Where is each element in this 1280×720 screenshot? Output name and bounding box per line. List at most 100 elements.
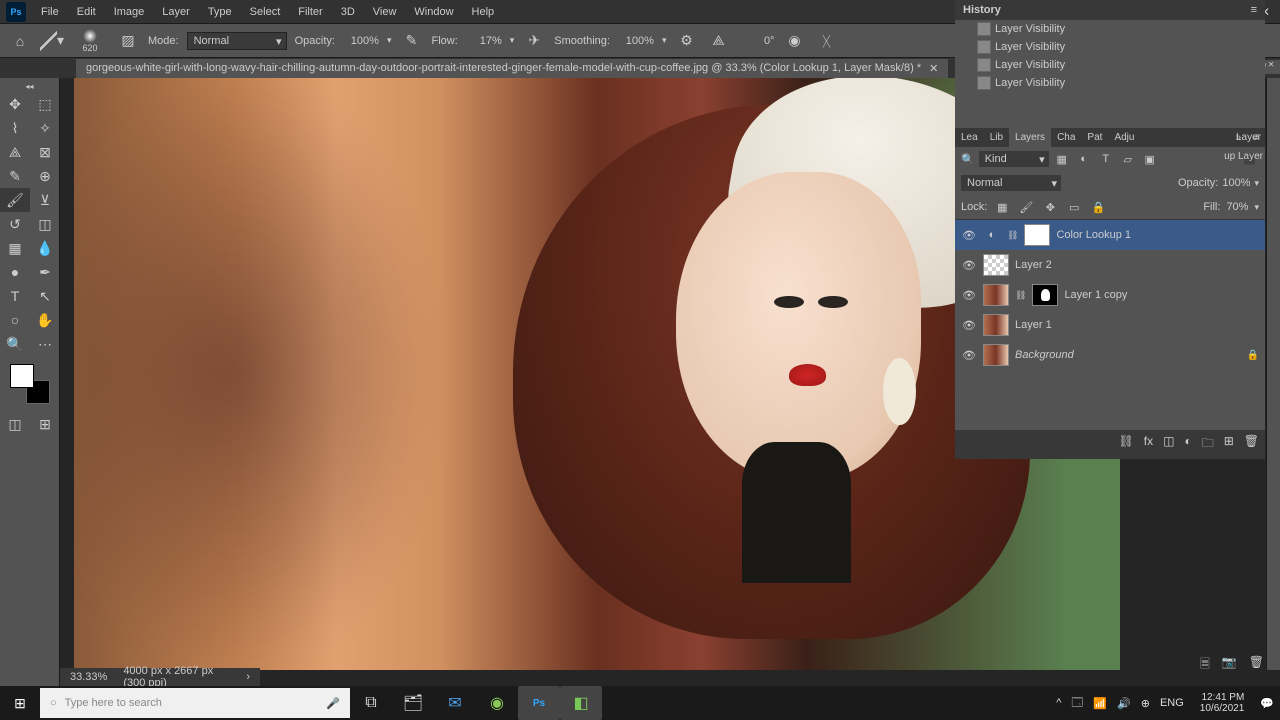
explorer-taskbar-icon[interactable]: 🗂 bbox=[392, 686, 434, 720]
delete-layer-button[interactable]: 🗑 bbox=[1244, 434, 1259, 455]
clock[interactable]: 12:41 PM 10/6/2021 bbox=[1194, 692, 1251, 714]
flow-value[interactable]: 17% bbox=[466, 35, 502, 47]
history-panel-menu[interactable]: ≡ bbox=[1251, 4, 1257, 16]
new-group-button[interactable]: 🗀 bbox=[1202, 434, 1214, 455]
menu-select[interactable]: Select bbox=[241, 2, 290, 22]
visibility-toggle[interactable]: 👁 bbox=[961, 287, 977, 303]
layer-name[interactable]: Layer 1 bbox=[1015, 319, 1259, 331]
filter-shape-icon[interactable]: ▱ bbox=[1119, 151, 1137, 167]
toolbar-handle[interactable]: ◂◂ bbox=[0, 82, 59, 92]
airbrush-toggle[interactable]: ✈ bbox=[522, 29, 546, 53]
layer-mask-thumbnail[interactable] bbox=[1024, 224, 1050, 246]
crop-tool[interactable]: ⟁ bbox=[0, 140, 30, 164]
menu-edit[interactable]: Edit bbox=[68, 2, 105, 22]
frame-tool[interactable]: ⊠ bbox=[30, 140, 60, 164]
wifi-icon[interactable]: 📶 bbox=[1093, 697, 1107, 710]
link-mask-icon[interactable]: ⛓ bbox=[1007, 230, 1018, 241]
notifications-icon[interactable]: 💬 bbox=[1260, 697, 1274, 710]
blur-tool[interactable]: 💧 bbox=[30, 236, 60, 260]
shape-tool[interactable]: ○ bbox=[0, 308, 30, 332]
language-indicator[interactable]: ENG bbox=[1160, 697, 1184, 709]
zoom-tool[interactable]: 🔍 bbox=[0, 332, 30, 356]
filter-type-icon[interactable]: T bbox=[1097, 151, 1115, 167]
libraries-tab[interactable]: Lib bbox=[984, 128, 1009, 147]
angle-value[interactable]: 0° bbox=[738, 35, 774, 47]
lock-transparent-icon[interactable]: ▦ bbox=[993, 199, 1011, 215]
move-tool[interactable]: ✥ bbox=[0, 92, 30, 116]
paths-tab[interactable]: Pat bbox=[1081, 128, 1108, 147]
menu-window[interactable]: Window bbox=[405, 2, 462, 22]
layer-thumbnail[interactable] bbox=[983, 344, 1009, 366]
stamp-tool[interactable]: ⊻ bbox=[30, 188, 60, 212]
lock-pixels-icon[interactable]: 🖌 bbox=[1017, 199, 1035, 215]
history-item[interactable]: Layer Visibility bbox=[955, 56, 1265, 74]
link-mask-icon[interactable]: ⛓ bbox=[1015, 290, 1026, 301]
menu-filter[interactable]: Filter bbox=[289, 2, 331, 22]
history-brush-tool[interactable]: ↺ bbox=[0, 212, 30, 236]
hand-tool[interactable]: ✋ bbox=[30, 308, 60, 332]
fill-value[interactable]: 70% bbox=[1226, 201, 1248, 213]
filter-smart-icon[interactable]: ▣ bbox=[1141, 151, 1159, 167]
start-button[interactable]: ⊞ bbox=[0, 686, 40, 720]
close-tab-button[interactable]: ✕ bbox=[929, 62, 938, 75]
lock-artboard-icon[interactable]: ▭ bbox=[1065, 199, 1083, 215]
snapshot-icon[interactable]: 📷 bbox=[1222, 655, 1237, 676]
lasso-tool[interactable]: ⌇ bbox=[0, 116, 30, 140]
link-layers-button[interactable]: ⛓ bbox=[1119, 434, 1134, 455]
layer-row[interactable]: 👁 ⛓ Layer 1 copy bbox=[955, 280, 1265, 310]
visibility-toggle[interactable]: 👁 bbox=[961, 257, 977, 273]
new-document-icon[interactable]: 🗏 bbox=[1200, 655, 1210, 676]
smoothing-options[interactable]: ⚙ bbox=[674, 29, 698, 53]
document-tab[interactable]: gorgeous-white-girl-with-long-wavy-hair-… bbox=[76, 59, 948, 78]
new-layer-button[interactable]: ⊞ bbox=[1224, 434, 1234, 455]
symmetry-toggle[interactable]: ᚷ bbox=[814, 29, 838, 53]
history-item[interactable]: Layer Visibility bbox=[955, 38, 1265, 56]
marquee-tool[interactable]: ⬚ bbox=[30, 92, 60, 116]
learn-tab[interactable]: Lea bbox=[955, 128, 984, 147]
visibility-toggle[interactable]: 👁 bbox=[961, 317, 977, 333]
layer-thumbnail[interactable] bbox=[983, 314, 1009, 336]
layer-fx-button[interactable]: fx bbox=[1144, 434, 1153, 455]
delete-history-icon[interactable]: 🗑 bbox=[1249, 655, 1264, 676]
channels-tab[interactable]: Cha bbox=[1051, 128, 1081, 147]
adjustments-tab[interactable]: Adju bbox=[1108, 128, 1140, 147]
task-view-button[interactable]: ⧉ bbox=[350, 686, 392, 720]
add-adjustment-button[interactable]: ◐ bbox=[1184, 434, 1191, 455]
filter-kind-select[interactable]: Kind bbox=[979, 151, 1049, 167]
menu-help[interactable]: Help bbox=[463, 2, 504, 22]
menu-3d[interactable]: 3D bbox=[332, 2, 364, 22]
layer-row[interactable]: 👁 Layer 1 bbox=[955, 310, 1265, 340]
menu-image[interactable]: Image bbox=[105, 2, 154, 22]
tray-expand-icon[interactable]: ^ bbox=[1056, 697, 1061, 709]
history-item[interactable]: Layer Visibility bbox=[955, 74, 1265, 92]
brush-tool[interactable]: 🖌 bbox=[0, 188, 30, 212]
right-dock-strip[interactable] bbox=[1266, 78, 1280, 670]
extra-tab-layer[interactable]: Layer bbox=[1230, 128, 1267, 147]
layer-name[interactable]: Background bbox=[1015, 349, 1241, 361]
eyedropper-tool[interactable]: ✎ bbox=[0, 164, 30, 188]
menu-view[interactable]: View bbox=[364, 2, 406, 22]
layer-mask-thumbnail[interactable] bbox=[1032, 284, 1058, 306]
add-mask-button[interactable]: ◫ bbox=[1163, 434, 1174, 455]
blend-mode-select[interactable]: Normal bbox=[961, 175, 1061, 191]
layer-name[interactable]: Color Lookup 1 bbox=[1056, 229, 1259, 241]
mail-taskbar-icon[interactable]: ✉ bbox=[434, 686, 476, 720]
adjustment-icon[interactable]: ◐ bbox=[983, 227, 1001, 243]
brush-panel-toggle[interactable]: ▨ bbox=[116, 29, 140, 53]
home-button[interactable]: ⌂ bbox=[8, 29, 32, 53]
pressure-opacity-toggle[interactable]: ✎ bbox=[399, 29, 423, 53]
path-select-tool[interactable]: ↖ bbox=[30, 284, 60, 308]
eraser-tool[interactable]: ◫ bbox=[30, 212, 60, 236]
filter-pixel-icon[interactable]: ▦ bbox=[1053, 151, 1071, 167]
lock-position-icon[interactable]: ✥ bbox=[1041, 199, 1059, 215]
status-arrow[interactable]: › bbox=[246, 671, 250, 683]
type-tool[interactable]: T bbox=[0, 284, 30, 308]
smoothing-value[interactable]: 100% bbox=[618, 35, 654, 47]
camtasia-taskbar-icon[interactable]: ◧ bbox=[560, 686, 602, 720]
mic-icon[interactable]: 🎤 bbox=[326, 697, 340, 710]
pressure-size-toggle[interactable]: ◉ bbox=[782, 29, 806, 53]
dodge-tool[interactable]: ● bbox=[0, 260, 30, 284]
gradient-tool[interactable]: ▦ bbox=[0, 236, 30, 260]
layer-name[interactable]: Layer 2 bbox=[1015, 259, 1259, 271]
layer-row[interactable]: 👁 Layer 2 bbox=[955, 250, 1265, 280]
